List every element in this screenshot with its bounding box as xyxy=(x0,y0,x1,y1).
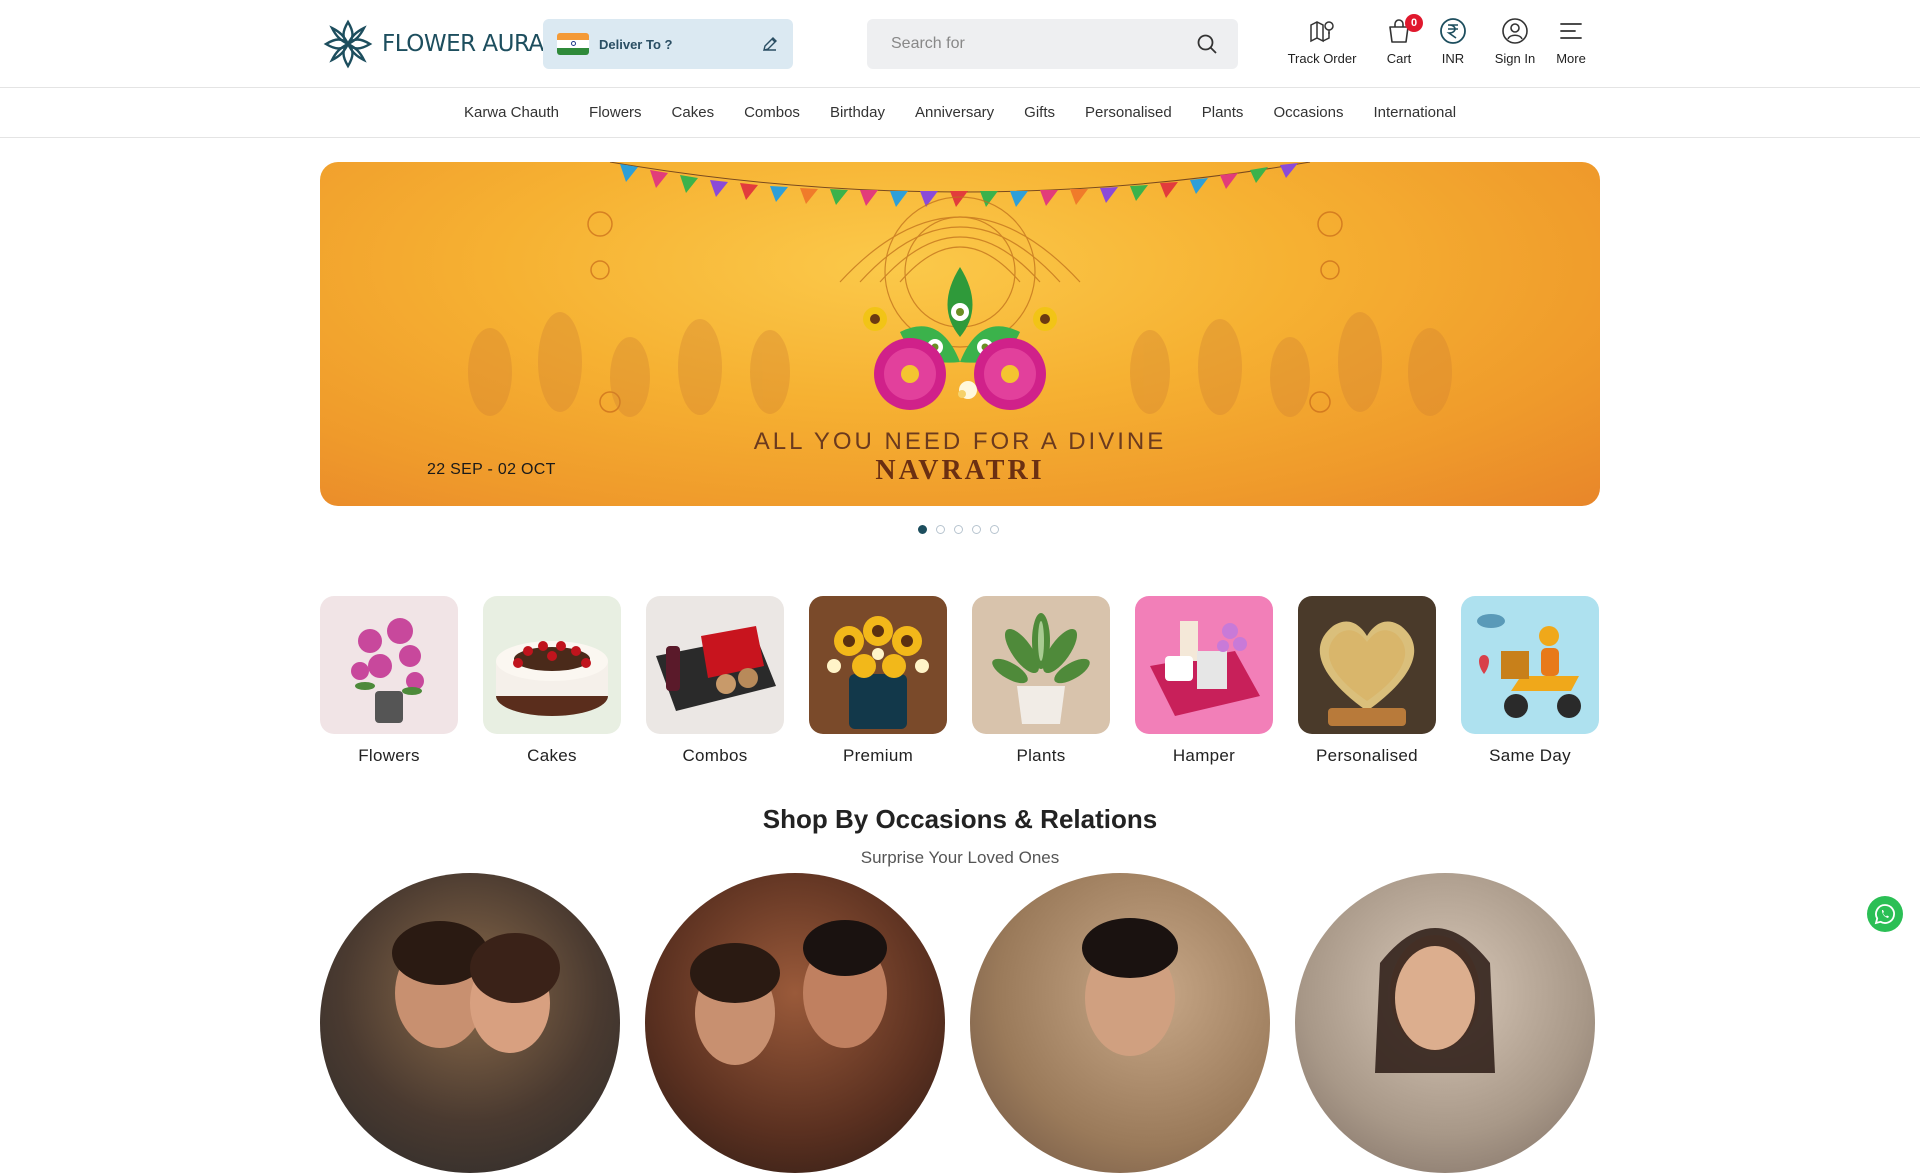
nav-item-gifts[interactable]: Gifts xyxy=(1024,104,1055,121)
deliver-to-button[interactable]: Deliver To ? xyxy=(543,19,793,69)
india-flag-icon xyxy=(557,33,589,55)
more-label: More xyxy=(1556,51,1586,66)
rupee-icon xyxy=(1440,18,1466,44)
carousel-dot-3[interactable] xyxy=(954,525,963,534)
cart-button[interactable]: 0 Cart xyxy=(1377,14,1423,66)
nav-item-cakes[interactable]: Cakes xyxy=(672,104,715,121)
search-input[interactable] xyxy=(891,35,1196,53)
carousel-dot-2[interactable] xyxy=(936,525,945,534)
category-label: Personalised xyxy=(1316,746,1418,765)
search-icon[interactable] xyxy=(1196,33,1218,55)
user-icon xyxy=(1502,18,1528,44)
section-subtitle: Surprise Your Loved Ones xyxy=(860,848,1060,867)
track-order-button[interactable]: Track Order xyxy=(1285,16,1359,66)
category-label: Same Day xyxy=(1489,746,1571,765)
category-same-day[interactable]: Same Day xyxy=(1461,596,1599,766)
nav-item-personalised[interactable]: Personalised xyxy=(1085,104,1172,121)
currency-label: INR xyxy=(1441,51,1465,66)
occasion-card-3[interactable] xyxy=(970,873,1270,1173)
more-button[interactable]: More xyxy=(1551,16,1591,66)
occasion-card-1[interactable] xyxy=(320,873,620,1173)
nav-item-birthday[interactable]: Birthday xyxy=(830,104,885,121)
category-hamper[interactable]: Hamper xyxy=(1135,596,1273,766)
hero-banner[interactable]: 22 SEP - 02 OCT ALL YOU NEED FOR A DIVIN… xyxy=(320,162,1600,506)
occasion-circles xyxy=(320,873,1595,1173)
category-plants[interactable]: Plants xyxy=(972,596,1110,766)
category-label: Flowers xyxy=(358,746,420,765)
category-premium[interactable]: Premium xyxy=(809,596,947,766)
nav-item-anniversary[interactable]: Anniversary xyxy=(915,104,994,121)
hamper-image xyxy=(1135,596,1273,734)
cart-count-badge: 0 xyxy=(1405,14,1423,32)
category-label: Plants xyxy=(1016,746,1066,765)
nav-item-plants[interactable]: Plants xyxy=(1202,104,1244,121)
nav-item-combos[interactable]: Combos xyxy=(744,104,800,121)
whatsapp-icon xyxy=(1874,904,1895,925)
category-tiles: Flowers Cakes Combos Premium Plants Hamp… xyxy=(320,596,1599,766)
search-bar xyxy=(867,19,1238,69)
edit-icon[interactable] xyxy=(761,35,779,53)
category-flowers[interactable]: Flowers xyxy=(320,596,458,766)
banner-title: NAVRATRI xyxy=(875,455,1045,486)
category-nav: Karwa Chauth Flowers Cakes Combos Birthd… xyxy=(0,88,1920,138)
nav-item-flowers[interactable]: Flowers xyxy=(589,104,642,121)
map-pin-icon xyxy=(1310,21,1334,43)
occasion-card-2[interactable] xyxy=(645,873,945,1173)
logo-text: FLOWER AURA xyxy=(382,31,544,57)
nav-item-international[interactable]: International xyxy=(1373,104,1456,121)
category-label: Cakes xyxy=(527,746,577,765)
category-label: Premium xyxy=(842,746,914,765)
whatsapp-chat-button[interactable] xyxy=(1867,896,1903,932)
carousel-dot-4[interactable] xyxy=(972,525,981,534)
category-cakes[interactable]: Cakes xyxy=(483,596,621,766)
occasion-card-4[interactable] xyxy=(1295,873,1595,1173)
cart-label: Cart xyxy=(1386,51,1412,66)
menu-icon xyxy=(1560,23,1582,39)
plants-image xyxy=(972,596,1110,734)
logo[interactable]: FLOWER AURA xyxy=(320,16,544,72)
header-actions: Track Order 0 Cart INR Sign In More xyxy=(1285,14,1591,66)
flower-logo-icon xyxy=(323,19,373,69)
same-day-image xyxy=(1461,596,1599,734)
track-order-label: Track Order xyxy=(1287,51,1357,66)
combos-image xyxy=(646,596,784,734)
carousel-dots xyxy=(918,525,999,534)
site-header: FLOWER AURA Deliver To ? Search for Trac… xyxy=(0,0,1920,88)
cakes-image xyxy=(483,596,621,734)
category-label: Hamper xyxy=(1172,746,1236,765)
category-personalised[interactable]: Personalised xyxy=(1298,596,1436,766)
personalised-image xyxy=(1298,596,1436,734)
category-combos[interactable]: Combos xyxy=(646,596,784,766)
sign-in-button[interactable]: Sign In xyxy=(1490,16,1540,66)
deliver-to-label: Deliver To ? xyxy=(599,36,673,52)
nav-item-occasions[interactable]: Occasions xyxy=(1273,104,1343,121)
banner-headline: ALL YOU NEED FOR A DIVINE xyxy=(753,428,1167,455)
carousel-dot-1[interactable] xyxy=(918,525,927,534)
section-title: Shop By Occasions & Relations xyxy=(762,804,1158,834)
sign-in-label: Sign In xyxy=(1494,51,1536,66)
currency-button[interactable]: INR xyxy=(1433,16,1473,66)
carousel-dot-5[interactable] xyxy=(990,525,999,534)
premium-image xyxy=(809,596,947,734)
nav-item-karwa-chauth[interactable]: Karwa Chauth xyxy=(464,104,559,121)
flowers-image xyxy=(320,596,458,734)
category-label: Combos xyxy=(682,746,748,765)
